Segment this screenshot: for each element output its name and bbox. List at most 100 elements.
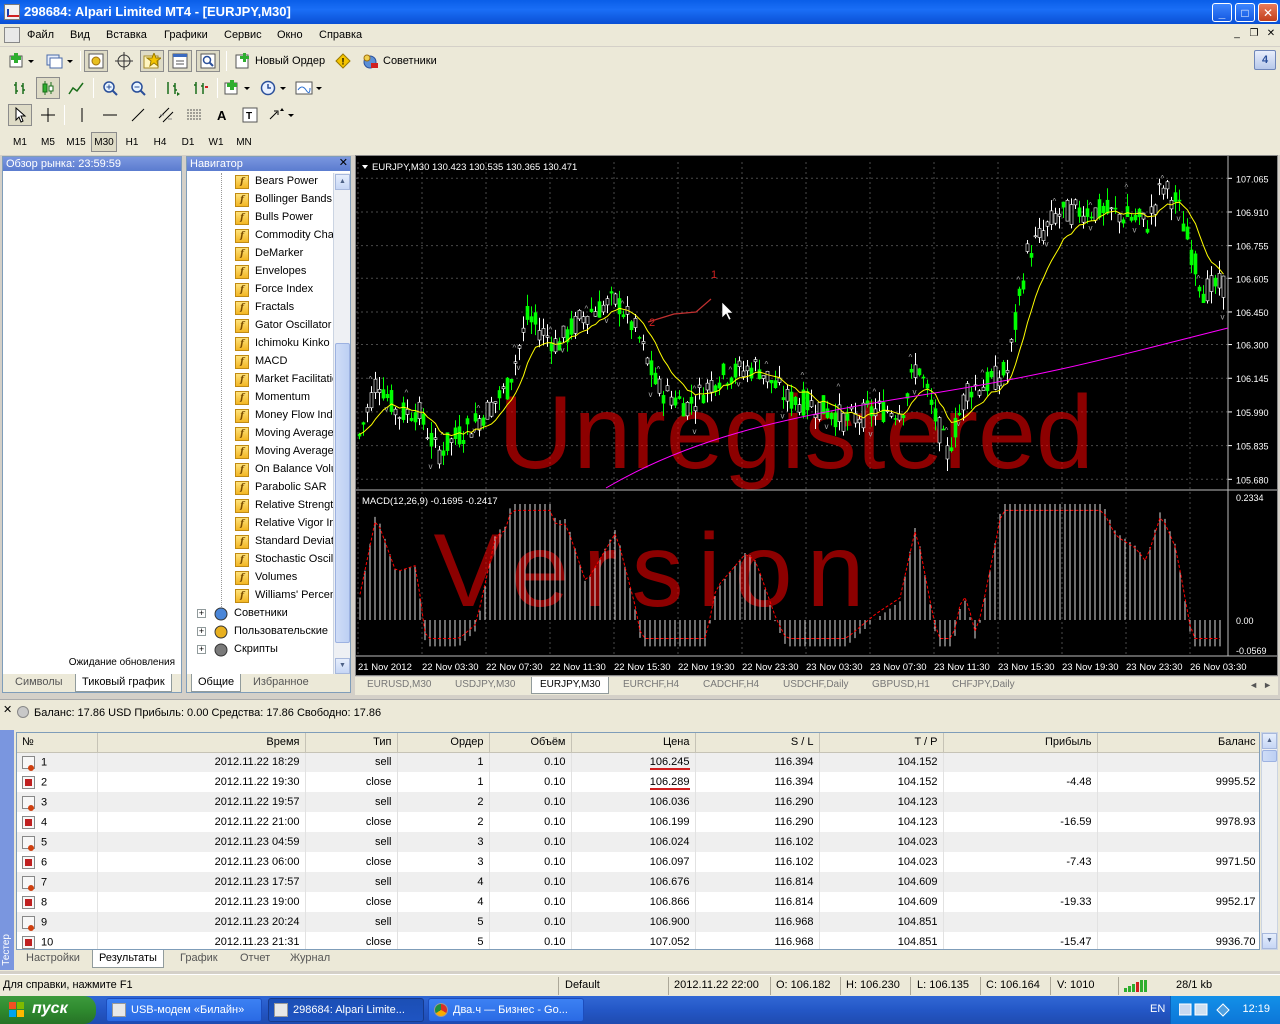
chart-window-eurjpy[interactable]: 107.065 106.910 106.755 106.605 106.450 106.3…	[355, 155, 1278, 676]
scroll-up-icon[interactable]: ▲	[335, 174, 350, 190]
menu-tools[interactable]: Сервис	[224, 29, 262, 41]
timeframe-m1[interactable]: M1	[7, 132, 33, 152]
table-row[interactable]: 9 2012.11.23 20:24 sell 5 0.10 106.900 116.968…	[17, 912, 1259, 932]
scroll-down-icon[interactable]: ▼	[335, 658, 350, 674]
chart-tab-eurchf[interactable]: EURCHF,H4	[615, 677, 687, 694]
market-watch-toggle[interactable]	[84, 50, 108, 72]
expand-plus-icon[interactable]: +	[197, 609, 206, 618]
data-window-button[interactable]	[112, 50, 136, 72]
profiles-button[interactable]	[44, 50, 76, 72]
table-row[interactable]: 1 2012.11.22 18:29 sell 1 0.10 106.245 116.394…	[17, 752, 1259, 772]
arrows-tool[interactable]	[266, 104, 298, 126]
maximize-button[interactable]: □	[1235, 3, 1255, 22]
equidistant-channel-tool[interactable]	[154, 104, 178, 126]
indicator-item[interactable]: f Money Flow Ind	[187, 407, 333, 425]
alert-button[interactable]: !	[331, 50, 355, 72]
mdi-minimize-button[interactable]: _	[1230, 28, 1244, 41]
navigator-group[interactable]: + Скрипты	[187, 641, 333, 659]
indicator-item[interactable]: f Relative Strengt	[187, 497, 333, 515]
results-scroll-thumb[interactable]	[1262, 750, 1277, 762]
mdi-close-button[interactable]: ✕	[1264, 28, 1278, 41]
timeframe-m5[interactable]: M5	[35, 132, 61, 152]
table-row[interactable]: 10 2012.11.23 21:31 close 5 0.10 107.052 116.9…	[17, 932, 1259, 949]
table-row[interactable]: 3 2012.11.22 19:57 sell 2 0.10 106.036 116.290…	[17, 792, 1259, 812]
menu-window[interactable]: Окно	[277, 29, 303, 41]
chart-tab-chfjpy[interactable]: CHFJPY,Daily	[944, 677, 1023, 694]
table-row[interactable]: 6 2012.11.23 06:00 close 3 0.10 106.097 116.10…	[17, 852, 1259, 872]
notifications-badge[interactable]: 4	[1254, 50, 1276, 70]
chart-tab-usdjpy[interactable]: USDJPY,M30	[447, 677, 523, 694]
vertical-line-tool[interactable]	[70, 104, 94, 126]
column-header[interactable]: Прибыль	[943, 733, 1098, 753]
column-header[interactable]: Цена	[571, 733, 696, 753]
table-row[interactable]: 8 2012.11.23 19:00 close 4 0.10 106.866 116.81…	[17, 892, 1259, 912]
start-button[interactable]: пуск	[0, 996, 96, 1024]
menu-charts[interactable]: Графики	[164, 29, 208, 41]
timeframe-m15[interactable]: M15	[63, 132, 89, 152]
tab-report[interactable]: Отчет	[234, 950, 276, 968]
chart-tab-eurjpy[interactable]: EURJPY,M30	[531, 677, 610, 694]
mdi-restore-button[interactable]: ❐	[1247, 28, 1261, 41]
chart-window-icon[interactable]	[4, 27, 20, 43]
zoom-out-button[interactable]	[126, 77, 150, 99]
periods-button[interactable]	[258, 77, 290, 99]
timeframe-h1[interactable]: H1	[119, 132, 145, 152]
tray-icons[interactable]	[1179, 1002, 1231, 1018]
templates-button[interactable]	[293, 77, 325, 99]
task-metatrader[interactable]: 298684: Alpari Limite...	[268, 998, 424, 1022]
indicator-item[interactable]: f Relative Vigor Ir	[187, 515, 333, 533]
table-row[interactable]: 7 2012.11.23 17:57 sell 4 0.10 106.676 116.814…	[17, 872, 1259, 892]
navigator-close-icon[interactable]: ✕	[339, 157, 348, 170]
expand-plus-icon[interactable]: +	[197, 645, 206, 654]
tab-settings[interactable]: Настройки	[20, 950, 86, 968]
chart-tab-cadchf[interactable]: CADCHF,H4	[695, 677, 767, 694]
tab-tick-chart[interactable]: Тиковый график	[75, 674, 172, 692]
menu-help[interactable]: Справка	[319, 29, 362, 41]
indicator-item[interactable]: f Bollinger Bands	[187, 191, 333, 209]
crosshair-tool[interactable]	[36, 104, 60, 126]
close-button[interactable]: ✕	[1258, 3, 1278, 22]
expand-plus-icon[interactable]: +	[197, 627, 206, 636]
timeframe-w1[interactable]: W1	[203, 132, 229, 152]
new-chart-button[interactable]	[6, 50, 38, 72]
indicator-item[interactable]: f Bulls Power	[187, 209, 333, 227]
column-header[interactable]: №	[17, 733, 98, 753]
indicator-item[interactable]: f Moving Average	[187, 425, 333, 443]
indicator-item[interactable]: f Envelopes	[187, 263, 333, 281]
indicator-item[interactable]: f Williams' Percent	[187, 587, 333, 605]
price-chart[interactable]: 107.065 106.910 106.755 106.605 106.450 106.3…	[356, 156, 1277, 675]
text-tool[interactable]: A	[210, 104, 234, 126]
tab-graph[interactable]: График	[174, 950, 224, 968]
chart-tab-usdchf[interactable]: USDCHF,Daily	[775, 677, 857, 694]
line-chart-button[interactable]	[64, 77, 88, 99]
indicator-item[interactable]: f Fractals	[187, 299, 333, 317]
results-scrollbar[interactable]: ▲ ▼	[1261, 732, 1278, 950]
column-header[interactable]: T / P	[819, 733, 944, 753]
cursor-tool[interactable]	[8, 104, 32, 126]
indicator-item[interactable]: f Ichimoku Kinko H	[187, 335, 333, 353]
bar-chart-button[interactable]	[8, 77, 32, 99]
column-header[interactable]: Баланс	[1097, 733, 1259, 753]
timeframe-h4[interactable]: H4	[147, 132, 173, 152]
indicator-item[interactable]: f Force Index	[187, 281, 333, 299]
chart-tab-gbpusd[interactable]: GBPUSD,H1	[864, 677, 938, 694]
tab-journal[interactable]: Журнал	[284, 950, 336, 968]
task-usb-modem[interactable]: USB-модем «Билайн»	[106, 998, 262, 1022]
tab-symbols[interactable]: Символы	[9, 674, 69, 692]
chart-shift-button[interactable]	[188, 77, 212, 99]
horizontal-line-tool[interactable]	[98, 104, 122, 126]
menu-file[interactable]: Файл	[27, 29, 54, 41]
new-order-button[interactable]: Новый Ордер	[231, 50, 329, 72]
menu-insert[interactable]: Вставка	[106, 29, 147, 41]
tabs-scroll-left-icon[interactable]: ◄	[1249, 680, 1258, 690]
tab-common[interactable]: Общие	[191, 674, 242, 692]
scroll-thumb[interactable]	[335, 343, 350, 643]
auto-scroll-button[interactable]	[160, 77, 184, 99]
indicator-item[interactable]: f Volumes	[187, 569, 333, 587]
indicator-item[interactable]: f DeMarker	[187, 245, 333, 263]
fibonacci-tool[interactable]	[182, 104, 206, 126]
timeframe-d1[interactable]: D1	[175, 132, 201, 152]
table-row[interactable]: 5 2012.11.23 04:59 sell 3 0.10 106.024 116.102…	[17, 832, 1259, 852]
tester-close-icon[interactable]: ✕	[3, 703, 12, 716]
indicator-item[interactable]: f Stochastic Oscil	[187, 551, 333, 569]
